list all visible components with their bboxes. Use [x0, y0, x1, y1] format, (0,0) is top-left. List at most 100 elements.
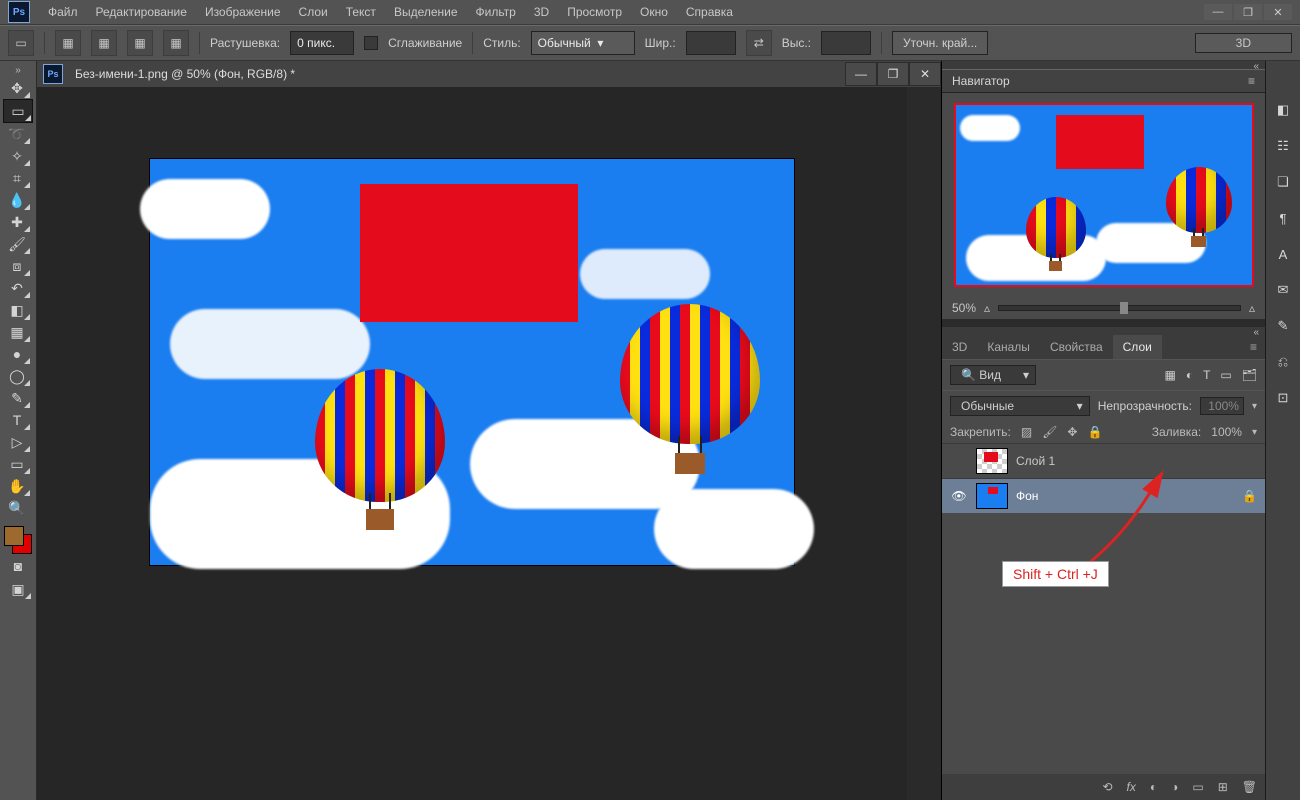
menu-text[interactable]: Текст	[346, 5, 376, 19]
lock-position-icon[interactable]: ✥	[1067, 425, 1077, 439]
tab-3d[interactable]: 3D	[942, 335, 977, 359]
delete-layer-icon[interactable]: 🗑	[1242, 780, 1257, 794]
mask-icon[interactable]: ◐	[1150, 780, 1157, 794]
layer-row-0[interactable]: Слой 1	[942, 443, 1265, 478]
healing-tool[interactable]: ✚	[3, 211, 31, 233]
magic-wand-tool[interactable]: ✧	[3, 145, 31, 167]
quick-mask-icon[interactable]: ◙	[4, 555, 32, 577]
menu-filter[interactable]: Фильтр	[476, 5, 516, 19]
layer-thumbnail[interactable]	[976, 448, 1008, 474]
color-swatches[interactable]	[4, 526, 32, 554]
menu-view[interactable]: Просмотр	[567, 5, 622, 19]
blur-tool[interactable]: ●	[3, 343, 31, 365]
intersect-selection-icon[interactable]: ▦	[163, 30, 189, 56]
opacity-caret-icon[interactable]: ▾	[1252, 401, 1257, 412]
layers-menu-icon[interactable]: ≡	[1242, 335, 1265, 359]
maximize-button[interactable]: ❐	[1234, 4, 1262, 20]
layer-name[interactable]: Слой 1	[1016, 454, 1055, 468]
menu-3d[interactable]: 3D	[534, 5, 549, 19]
fill-input[interactable]: 100%	[1211, 425, 1242, 439]
width-input[interactable]	[686, 31, 736, 55]
close-button[interactable]: ✕	[1264, 4, 1292, 20]
move-tool[interactable]: ✥	[3, 77, 31, 99]
filter-type-icon[interactable]: T	[1203, 368, 1210, 382]
navigator-menu-icon[interactable]: ≡	[1248, 74, 1255, 88]
doc-minimize-button[interactable]: —	[845, 62, 877, 86]
lasso-tool[interactable]: ➰	[3, 123, 31, 145]
add-selection-icon[interactable]: ▦	[91, 30, 117, 56]
strip-history-icon[interactable]: ⎌	[1272, 351, 1294, 373]
swap-dims-icon[interactable]: ⇄	[746, 30, 772, 56]
crop-tool[interactable]: ⌗	[3, 167, 31, 189]
doc-close-button[interactable]: ✕	[909, 62, 941, 86]
lock-all-icon[interactable]: 🔒	[1087, 425, 1102, 439]
style-dropdown[interactable]: Обычный ▾	[531, 31, 635, 55]
link-layers-icon[interactable]: ⟲	[1102, 780, 1112, 794]
tab-channels[interactable]: Каналы	[977, 335, 1040, 359]
layer-filter-kind[interactable]: 🔍 Вид	[950, 365, 1036, 385]
brush-tool[interactable]: 🖌	[3, 233, 31, 255]
document-tab[interactable]: Без-имени-1.png @ 50% (Фон, RGB/8) *	[69, 67, 301, 81]
filter-pixel-icon[interactable]: ▦	[1164, 368, 1175, 382]
strip-brush-icon[interactable]: ✎	[1272, 315, 1294, 337]
menu-layers[interactable]: Слои	[299, 5, 328, 19]
menu-image[interactable]: Изображение	[205, 5, 281, 19]
gradient-tool[interactable]: ▦	[3, 321, 31, 343]
fx-icon[interactable]: fx	[1127, 780, 1136, 794]
adjustment-icon[interactable]: ◑	[1171, 780, 1178, 794]
new-selection-icon[interactable]: ▦	[55, 30, 81, 56]
layers-collapse-icon[interactable]: «	[942, 327, 1265, 335]
layer-visibility-icon[interactable]: 👁	[950, 488, 968, 504]
doc-restore-button[interactable]: ❐	[877, 62, 909, 86]
menu-file[interactable]: Файл	[48, 5, 78, 19]
height-input[interactable]	[821, 31, 871, 55]
menu-window[interactable]: Окно	[640, 5, 668, 19]
document-canvas[interactable]	[150, 159, 794, 565]
navigator-collapse-icon[interactable]: «	[942, 61, 1265, 69]
minimize-button[interactable]: —	[1204, 4, 1232, 20]
path-select-tool[interactable]: ▷	[3, 431, 31, 453]
history-brush-tool[interactable]: ↶	[3, 277, 31, 299]
feather-input[interactable]: 0 пикс.	[290, 31, 354, 55]
tab-layers[interactable]: Слои	[1113, 335, 1162, 359]
pen-tool[interactable]: ✎	[3, 387, 31, 409]
antialias-checkbox[interactable]	[364, 36, 378, 50]
strip-histogram-icon[interactable]: ◧	[1272, 99, 1294, 121]
group-icon[interactable]: ▭	[1192, 780, 1203, 794]
workspace-switcher[interactable]: 3D	[1195, 33, 1292, 53]
filter-smart-icon[interactable]: 🗂	[1242, 368, 1257, 382]
strip-character-icon[interactable]: A	[1272, 243, 1294, 265]
strip-swatches-icon[interactable]: ☷	[1272, 135, 1294, 157]
menu-help[interactable]: Справка	[686, 5, 733, 19]
opacity-input[interactable]: 100%	[1200, 397, 1244, 415]
tab-properties[interactable]: Свойства	[1040, 335, 1113, 359]
dodge-tool[interactable]: ◯	[3, 365, 31, 387]
layer-visibility-icon[interactable]	[950, 453, 968, 469]
zoom-value[interactable]: 50%	[952, 301, 976, 315]
tool-preset-picker[interactable]: ▭	[8, 30, 34, 56]
type-tool[interactable]: T	[3, 409, 31, 431]
fill-caret-icon[interactable]: ▾	[1252, 427, 1257, 438]
zoom-out-icon[interactable]: ▵	[984, 301, 990, 315]
toolbox-collapse-icon[interactable]: »	[15, 65, 21, 76]
eraser-tool[interactable]: ◧	[3, 299, 31, 321]
lock-paint-icon[interactable]: 🖌	[1042, 425, 1057, 439]
subtract-selection-icon[interactable]: ▦	[127, 30, 153, 56]
filter-adjust-icon[interactable]: ◐	[1186, 368, 1193, 382]
zoom-in-icon[interactable]: ▵	[1249, 301, 1255, 315]
canvas-area[interactable]	[37, 87, 907, 800]
menu-select[interactable]: Выделение	[394, 5, 458, 19]
zoom-tool[interactable]: 🔍	[3, 497, 31, 519]
strip-styles-icon[interactable]: ✉	[1272, 279, 1294, 301]
strip-actions-icon[interactable]: ⊡	[1272, 387, 1294, 409]
stamp-tool[interactable]: ⧈	[3, 255, 31, 277]
shape-tool[interactable]: ▭	[3, 453, 31, 475]
screen-mode-icon[interactable]: ▣	[4, 578, 32, 600]
layer-thumbnail[interactable]	[976, 483, 1008, 509]
strip-paragraph-icon[interactable]: ¶	[1272, 207, 1294, 229]
strip-libraries-icon[interactable]: ❏	[1272, 171, 1294, 193]
marquee-tool[interactable]: ▭	[3, 99, 33, 123]
foreground-swatch[interactable]	[4, 526, 24, 546]
layer-row-1[interactable]: 👁 Фон 🔒	[942, 478, 1265, 513]
menu-edit[interactable]: Редактирование	[96, 5, 187, 19]
